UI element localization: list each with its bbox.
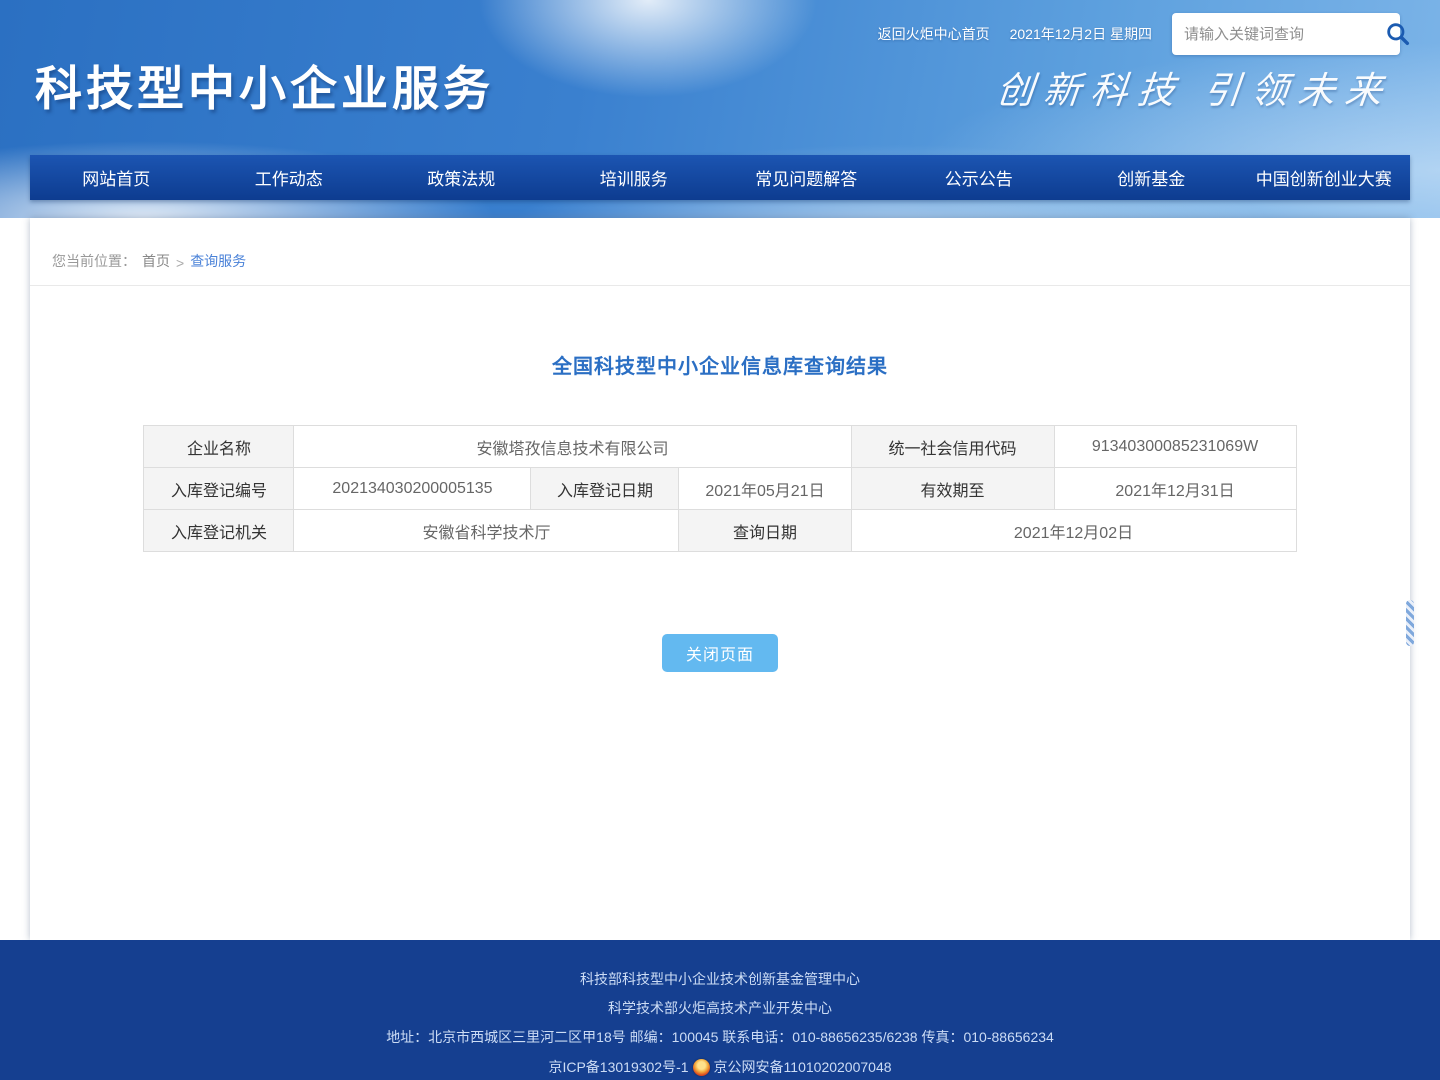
footer-record-line: 京ICP备13019302号-1 京公网安备11010202007048 — [548, 1057, 891, 1077]
search-icon — [1385, 21, 1411, 47]
content-panel: 您当前位置： 首页 > 查询服务 全国科技型中小企业信息库查询结果 企业名称 安… — [30, 218, 1410, 940]
breadcrumb-separator: > — [176, 255, 184, 271]
site-slogan: 创新科技 引领未来 — [994, 60, 1395, 114]
query-date-label: 查询日期 — [679, 510, 851, 552]
police-record-link[interactable]: 京公网安备11010202007048 — [714, 1057, 892, 1077]
credit-code-label: 统一社会信用代码 — [851, 426, 1054, 468]
nav-item-work-news[interactable]: 工作动态 — [203, 155, 376, 200]
breadcrumb-home-link[interactable]: 首页 — [142, 251, 170, 271]
site-logo: 科技型中小企业服务 — [35, 50, 494, 119]
table-row: 企业名称 安徽塔孜信息技术有限公司 统一社会信用代码 9134030008523… — [144, 426, 1296, 468]
query-result-table: 企业名称 安徽塔孜信息技术有限公司 统一社会信用代码 9134030008523… — [143, 425, 1296, 552]
button-row: 关闭页面 — [30, 634, 1410, 672]
registration-no-value: 202134030200005135 — [294, 468, 531, 510]
search-box — [1172, 13, 1400, 55]
footer-org-line-2: 科学技术部火炬高技术产业开发中心 — [608, 999, 832, 1018]
close-page-button[interactable]: 关闭页面 — [662, 634, 778, 672]
current-date-text: 2021年12月2日 星期四 — [1010, 24, 1152, 44]
table-row: 入库登记机关 安徽省科学技术厅 查询日期 2021年12月02日 — [144, 510, 1296, 552]
footer: 科技部科技型中小企业技术创新基金管理中心 科学技术部火炬高技术产业开发中心 地址… — [0, 940, 1440, 1080]
footer-org-line-1: 科技部科技型中小企业技术创新基金管理中心 — [580, 970, 860, 989]
main-nav: 网站首页 工作动态 政策法规 培训服务 常见问题解答 公示公告 创新基金 中国创… — [30, 155, 1410, 200]
scrollbar-thumb[interactable] — [1406, 600, 1414, 646]
header-top-bar: 返回火炬中心首页 2021年12月2日 星期四 — [878, 13, 1400, 55]
registration-authority-label: 入库登记机关 — [144, 510, 294, 552]
search-input[interactable] — [1184, 26, 1383, 43]
valid-until-label: 有效期至 — [851, 468, 1054, 510]
nav-item-faq[interactable]: 常见问题解答 — [720, 155, 893, 200]
valid-until-value: 2021年12月31日 — [1054, 468, 1296, 510]
breadcrumb-prefix: 您当前位置： — [52, 251, 136, 271]
credit-code-value: 91340300085231069W — [1054, 426, 1296, 468]
breadcrumb-current-link[interactable]: 查询服务 — [190, 251, 246, 271]
nav-item-announcements[interactable]: 公示公告 — [893, 155, 1066, 200]
registration-authority-value: 安徽省科学技术厅 — [294, 510, 679, 552]
page-title: 全国科技型中小企业信息库查询结果 — [30, 350, 1410, 379]
query-date-value: 2021年12月02日 — [851, 510, 1296, 552]
company-name-label: 企业名称 — [144, 426, 294, 468]
search-button[interactable] — [1383, 19, 1413, 49]
table-row: 入库登记编号 202134030200005135 入库登记日期 2021年05… — [144, 468, 1296, 510]
company-name-value: 安徽塔孜信息技术有限公司 — [294, 426, 851, 468]
nav-item-training[interactable]: 培训服务 — [548, 155, 721, 200]
return-torch-home-link[interactable]: 返回火炬中心首页 — [878, 24, 990, 44]
national-emblem-icon — [693, 1059, 710, 1076]
nav-item-innovation-fund[interactable]: 创新基金 — [1065, 155, 1238, 200]
page: 返回火炬中心首页 2021年12月2日 星期四 科技型中小企业服务 创新科技 引… — [0, 0, 1440, 1080]
breadcrumb: 您当前位置： 首页 > 查询服务 — [30, 218, 1410, 286]
registration-date-label: 入库登记日期 — [531, 468, 679, 510]
nav-item-competition[interactable]: 中国创新创业大赛 — [1238, 155, 1411, 200]
icp-record-link[interactable]: 京ICP备13019302号-1 — [548, 1057, 688, 1077]
registration-date-value: 2021年05月21日 — [679, 468, 851, 510]
registration-no-label: 入库登记编号 — [144, 468, 294, 510]
nav-item-home[interactable]: 网站首页 — [30, 155, 203, 200]
footer-contact-line: 地址：北京市西城区三里河二区甲18号 邮编：100045 联系电话：010-88… — [386, 1028, 1054, 1047]
nav-item-policies[interactable]: 政策法规 — [375, 155, 548, 200]
